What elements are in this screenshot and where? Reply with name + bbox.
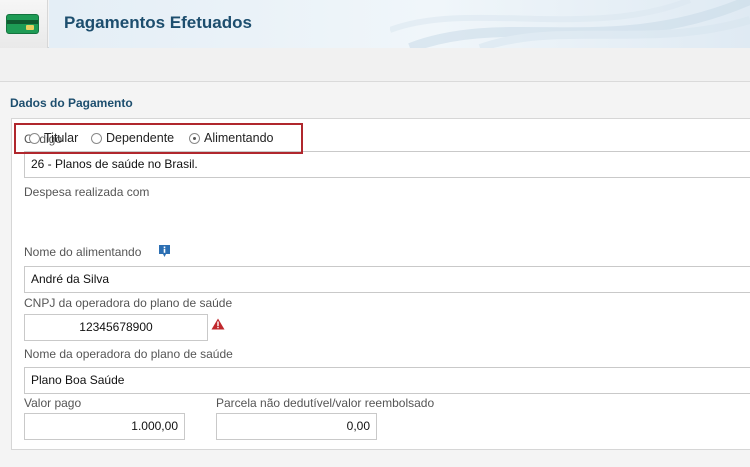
warning-icon xyxy=(211,318,225,330)
section-title: Dados do Pagamento xyxy=(10,96,133,110)
codigo-field[interactable]: 26 - Planos de saúde no Brasil. xyxy=(24,151,750,178)
parcela-label: Parcela não dedutível/valor reembolsado xyxy=(216,396,435,410)
info-icon[interactable] xyxy=(158,244,171,258)
parcela-field[interactable]: 0,00 xyxy=(216,413,377,440)
valor-pago-field[interactable]: 1.000,00 xyxy=(24,413,185,440)
nome-alimentando-label: Nome do alimentando xyxy=(24,245,142,259)
nome-operadora-label: Nome da operadora do plano de saúde xyxy=(24,347,233,361)
nome-alimentando-field[interactable]: André da Silva xyxy=(24,266,750,293)
payment-form-panel: Código 26 - Planos de saúde no Brasil. D… xyxy=(11,118,750,450)
page-header: Pagamentos Efetuados xyxy=(0,0,750,48)
cnpj-label: CNPJ da operadora do plano de saúde xyxy=(24,296,233,310)
despesa-label: Despesa realizada com xyxy=(24,185,150,199)
nome-operadora-field[interactable]: Plano Boa Saúde xyxy=(24,367,750,394)
page-title: Pagamentos Efetuados xyxy=(64,13,252,32)
cnpj-field[interactable]: 12345678900 xyxy=(24,314,208,341)
radio-titular-circle[interactable] xyxy=(29,132,40,144)
radio-dependente-label: Dependente xyxy=(106,131,175,145)
radio-titular[interactable]: Titular xyxy=(29,131,78,145)
radio-dependente-circle[interactable] xyxy=(91,132,102,144)
radio-alimentando-circle[interactable] xyxy=(189,132,200,144)
toolbar-band xyxy=(0,48,750,82)
header-icon-box xyxy=(0,0,48,48)
header-decoration xyxy=(390,0,750,48)
header-title-bar: Pagamentos Efetuados xyxy=(49,0,750,48)
radio-alimentando-label: Alimentando xyxy=(204,131,274,145)
radio-dependente[interactable]: Dependente xyxy=(91,131,174,145)
radio-titular-label: Titular xyxy=(44,131,79,145)
radio-alimentando[interactable]: Alimentando xyxy=(189,131,274,145)
valor-pago-label: Valor pago xyxy=(24,396,82,410)
credit-card-icon xyxy=(6,14,39,34)
despesa-radio-group: Titular Dependente Alimentando xyxy=(14,123,303,154)
